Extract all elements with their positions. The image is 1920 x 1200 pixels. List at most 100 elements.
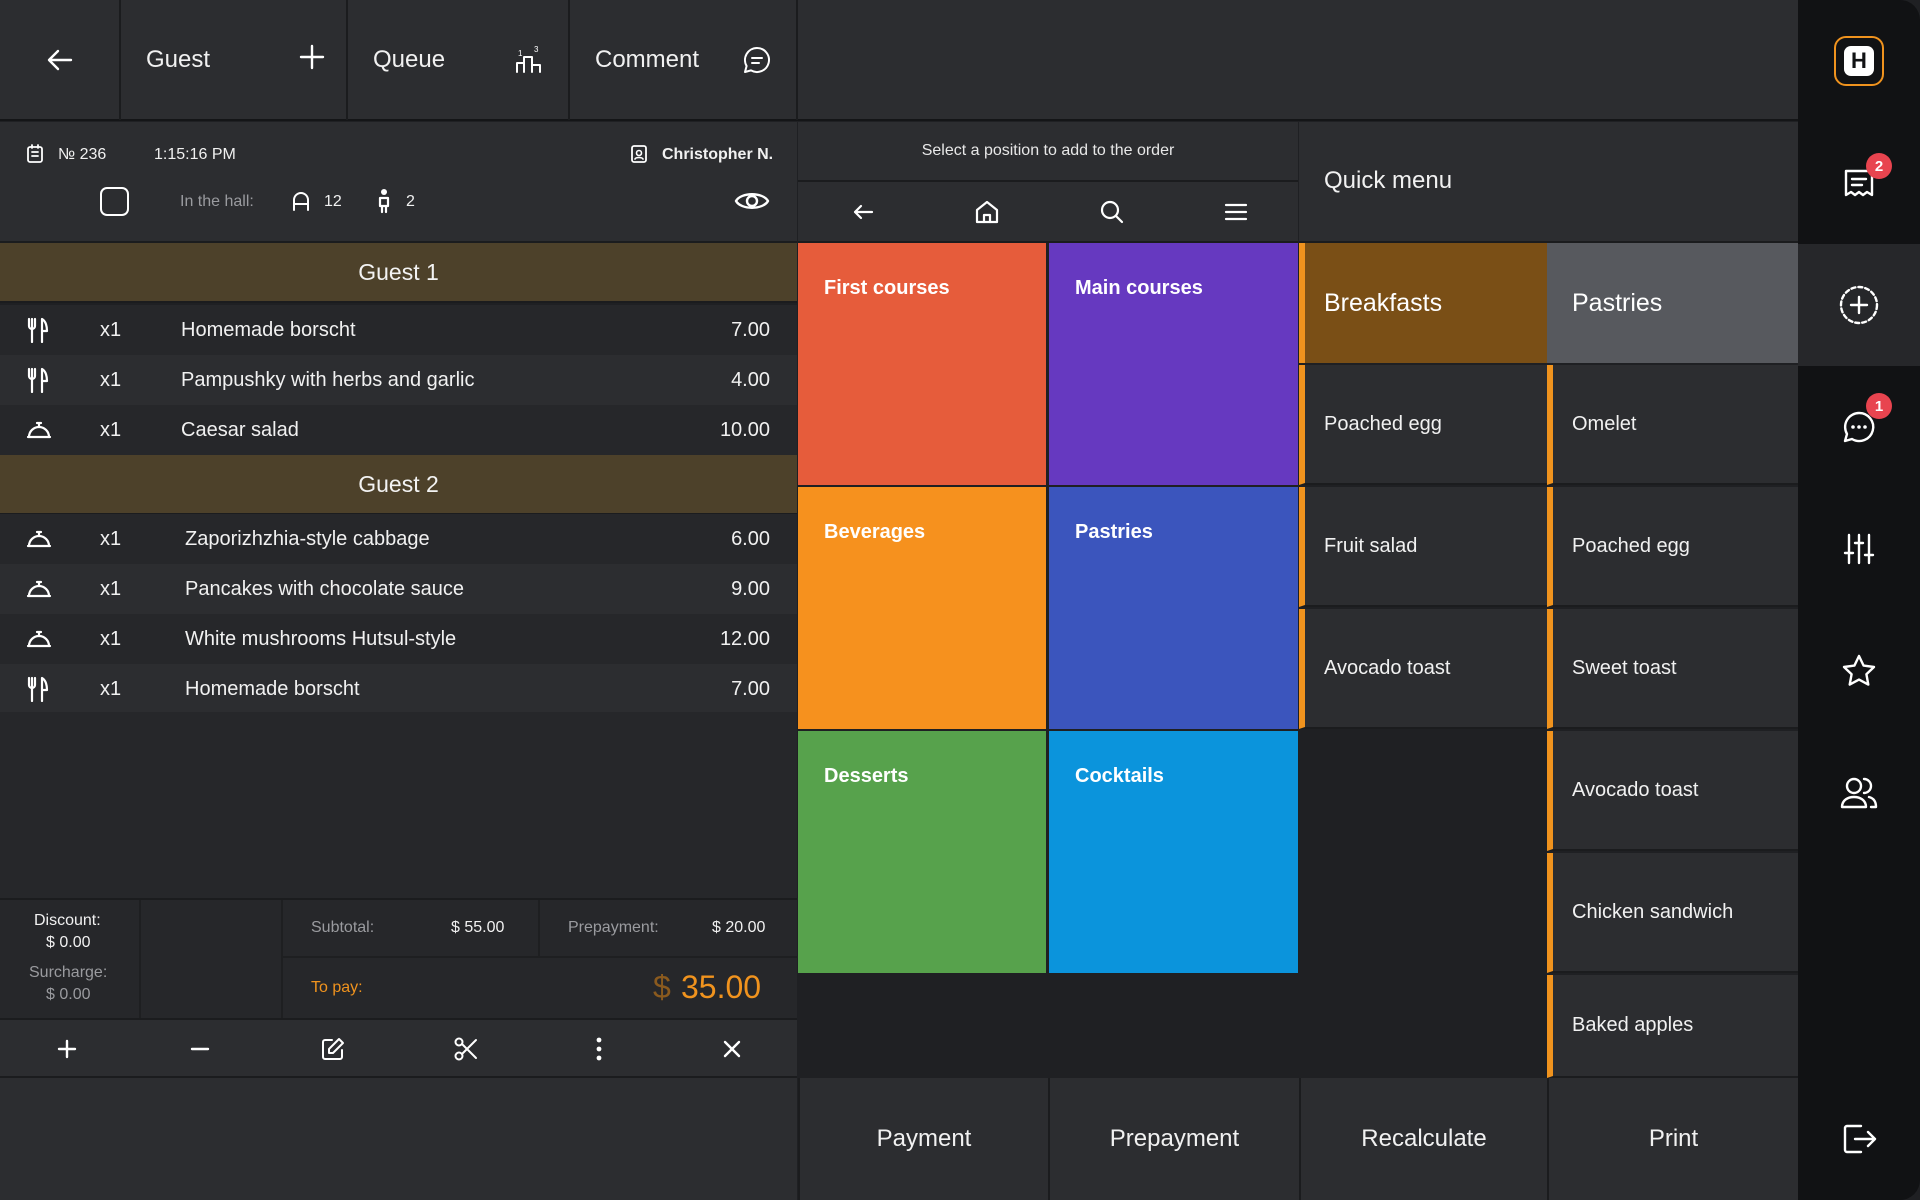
order-row[interactable]: x1 Zaporizhzhia-style cabbage 6.00 [0,514,797,564]
back-button[interactable] [0,0,121,120]
person-icon [378,189,390,214]
order-row[interactable]: x1 Pancakes with chocolate sauce 9.00 [0,564,797,614]
quick-menu-breakfasts-header[interactable]: Breakfasts [1299,243,1547,363]
item-quantity: x1 [100,628,122,650]
quick-menu-pastries-header[interactable]: Pastries [1547,243,1798,363]
guest-1-header[interactable]: Guest 1 [0,243,797,303]
category-label: First courses [824,277,950,299]
quick-menu-item[interactable]: Poached egg [1547,487,1798,607]
split-item-button[interactable] [399,1020,532,1078]
chair-icon [293,192,309,211]
logout-button[interactable] [1798,1078,1920,1200]
guest-2-title: Guest 2 [358,470,439,497]
arrow-left-icon [47,49,72,71]
quick-menu-item[interactable]: Baked apples [1547,975,1798,1078]
comment-label: Comment [595,46,700,73]
badge-person-icon [631,145,647,163]
quick-menu-item[interactable]: Chicken sandwich [1547,853,1798,973]
order-actions-bar [0,1018,797,1078]
increase-quantity-button[interactable] [0,1020,133,1078]
order-summary: Discount: $ 0.00 Surcharge: $ 0.00 Subto… [0,898,797,1018]
menu-icon[interactable] [1223,199,1249,225]
category-tile[interactable]: Beverages [798,487,1046,729]
quick-menu-item-label: Chicken sandwich [1572,900,1734,923]
decrease-quantity-button[interactable] [133,1020,266,1078]
edit-item-button[interactable] [266,1020,399,1078]
order-row[interactable]: x1 Homemade borscht 7.00 [0,664,797,714]
add-guest-label: Guest [146,46,211,73]
messages-button[interactable]: 1 [1798,366,1920,488]
surcharge-label: Surcharge: [29,964,108,981]
quick-menu-item[interactable]: Poached egg [1299,365,1547,485]
prepayment-button[interactable]: Prepayment [1048,1078,1299,1200]
edit-icon [321,1038,344,1060]
category-tile[interactable]: Cocktails [1049,731,1298,973]
orders-badge: 2 [1866,153,1892,179]
quick-menu-item[interactable]: Fruit salad [1299,487,1547,607]
quick-menu-empty [1299,731,1547,1078]
prepayment-cell: Prepayment: $ 20.00 [540,900,797,958]
quick-menu-item-label: Sweet toast [1572,656,1677,679]
hall-label: In the hall: [180,193,254,210]
recalculate-button[interactable]: Recalculate [1299,1078,1547,1200]
guest-2-header[interactable]: Guest 2 [0,455,797,515]
item-name: Pancakes with chocolate sauce [185,578,465,600]
item-price: 10.00 [719,419,770,441]
order-row[interactable]: x1 White mushrooms Hutsul-style 12.00 [0,614,797,664]
discount-label: Discount: [34,912,101,929]
menu-hint-text: Select a position to add to the order [921,142,1175,159]
guest-1-title: Guest 1 [358,258,439,285]
to-pay-currency: $ [653,969,671,1005]
podium-icon: 1 3 [516,45,541,73]
order-row[interactable]: x1 Pampushky with herbs and garlic 4.00 [0,355,797,405]
category-label: Pastries [1075,521,1153,543]
new-order-button[interactable] [1798,244,1920,366]
star-icon [1842,654,1876,686]
quick-menu-item[interactable]: Sweet toast [1547,609,1798,729]
cloche-icon [26,530,52,548]
remove-item-button[interactable] [665,1020,798,1078]
eye-icon[interactable] [734,188,770,214]
quick-menu-item[interactable]: Omelet [1547,365,1798,485]
logo: H [1798,0,1920,122]
queue-button[interactable]: Queue 1 3 [348,0,570,120]
quick-menu-item[interactable]: Avocado toast [1299,609,1547,729]
category-tile[interactable]: First courses [798,243,1046,485]
settings-button[interactable] [1798,488,1920,610]
home-icon[interactable] [974,199,1000,225]
prepayment-value: $ 20.00 [712,919,766,936]
staff-button[interactable] [1798,732,1920,854]
category-tile[interactable]: Main courses [1049,243,1298,485]
item-price: 12.00 [719,628,770,650]
quick-menu-item-label: Poached egg [1324,412,1442,435]
sliders-icon [1843,533,1875,565]
category-label: Desserts [824,765,909,787]
search-icon[interactable] [1099,199,1125,225]
item-price: 6.00 [731,528,770,550]
discount-cell[interactable]: Discount: $ 0.00 Surcharge: $ 0.00 [0,900,141,1018]
add-guest-button[interactable]: Guest [121,0,348,120]
item-quantity: x1 [100,678,122,700]
plus-icon [57,1039,76,1059]
order-row[interactable]: x1 Homemade borscht 7.00 [0,305,797,355]
to-pay-label: To pay: [311,979,363,996]
item-quantity: x1 [100,369,122,391]
arrow-left-icon[interactable] [850,199,876,225]
item-price: 9.00 [731,578,770,600]
menu-hint: Select a position to add to the order [798,122,1298,182]
cloche-icon [26,421,52,439]
more-options-button[interactable] [532,1020,665,1078]
print-button[interactable]: Print [1547,1078,1798,1200]
queue-label: Queue [373,46,446,73]
order-row[interactable]: x1 Caesar salad 10.00 [0,405,797,455]
payment-button[interactable]: Payment [798,1078,1048,1200]
category-tile[interactable]: Pastries [1049,487,1298,729]
select-all-checkbox[interactable] [100,187,129,216]
category-tile[interactable]: Desserts [798,731,1046,973]
quick-menu-header: Quick menu [1299,122,1798,243]
comment-button[interactable]: Comment [570,0,798,120]
discount-value: $ 0.00 [46,934,91,951]
favorites-button[interactable] [1798,610,1920,732]
quick-menu-item[interactable]: Avocado toast [1547,731,1798,851]
orders-button[interactable]: 2 [1798,122,1920,244]
